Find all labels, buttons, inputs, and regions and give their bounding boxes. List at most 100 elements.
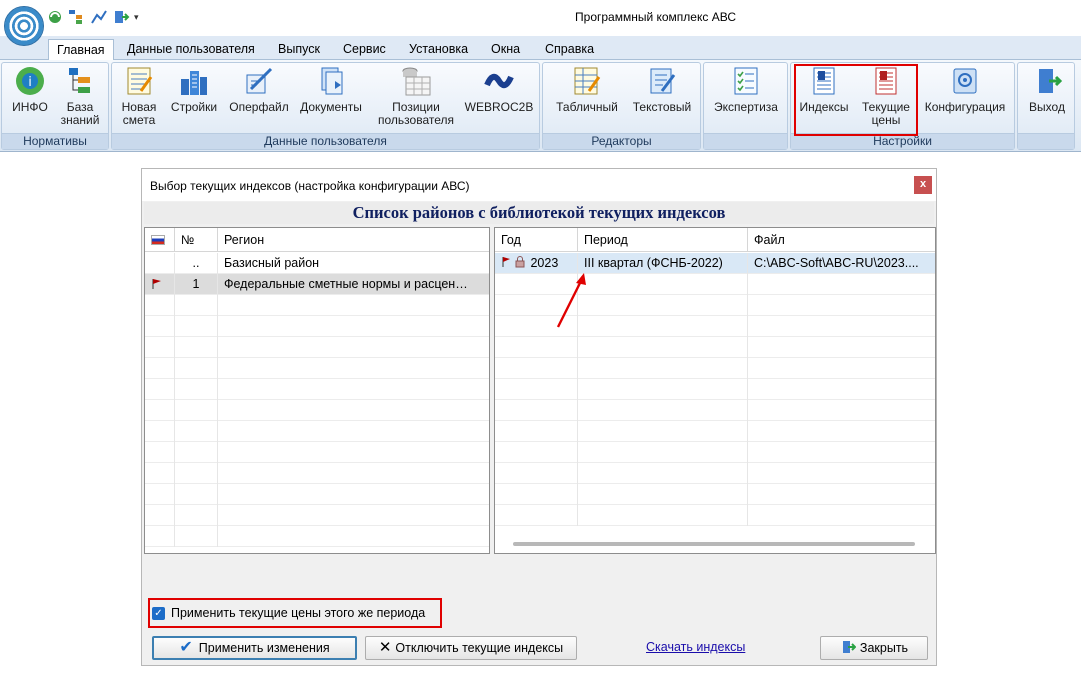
info-label: ИНФО <box>12 100 48 114</box>
exit-door-small-icon <box>842 641 857 653</box>
kb-label-line1: База <box>66 100 94 114</box>
empty-row <box>495 463 935 484</box>
empty-row <box>145 526 489 547</box>
empty-row <box>145 295 489 316</box>
configuration-button[interactable]: Конфигурация <box>919 65 1011 114</box>
tab-service[interactable]: Сервис <box>335 39 394 60</box>
dialog-header: Список районов с библиотекой текущих инд… <box>144 202 934 224</box>
highlight-box-settings <box>794 64 918 136</box>
russia-flag-icon <box>151 235 165 245</box>
documents-icon <box>321 67 343 95</box>
empty-row <box>495 505 935 526</box>
knowledge-base-button[interactable]: База знаний <box>56 65 104 127</box>
col-flag <box>145 228 175 252</box>
empty-row <box>145 379 489 400</box>
empty-row <box>145 505 489 526</box>
new-estimate-line2: смета <box>122 113 156 127</box>
row-region: Федеральные сметные нормы и расцен… <box>224 277 468 291</box>
empty-row <box>145 400 489 421</box>
empty-row <box>495 337 935 358</box>
new-estimate-button[interactable]: Новая смета <box>116 65 162 127</box>
group-label-normativy: Нормативы <box>2 133 108 149</box>
horizontal-scrollbar[interactable] <box>513 542 915 546</box>
tabular-editor-button[interactable]: Табличный <box>549 65 625 114</box>
user-positions-line2: пользователя <box>378 113 454 127</box>
disable-indices-button[interactable]: ✕ Отключить текущие индексы <box>365 636 577 660</box>
text-editor-label: Текстовый <box>632 100 692 114</box>
col-number[interactable]: № <box>175 228 218 252</box>
tab-user-data[interactable]: Данные пользователя <box>119 39 263 60</box>
tab-help[interactable]: Справка <box>537 39 602 60</box>
col-period[interactable]: Период <box>578 228 748 252</box>
col-year[interactable]: Год <box>495 228 578 252</box>
window-title: Программный комплекс АВС <box>575 10 736 24</box>
documents-label: Документы <box>300 100 362 114</box>
checklist-icon <box>734 67 758 95</box>
group-label-expertise-empty <box>704 133 787 149</box>
group-label-exit-empty <box>1018 133 1074 149</box>
exit-door-icon <box>1039 69 1063 93</box>
empty-row <box>145 316 489 337</box>
ribbon: i ИНФО База знаний Нормативы Новая смета… <box>0 60 1081 152</box>
expertise-label: Экспертиза <box>714 100 778 114</box>
x-icon: ✕ <box>378 639 392 656</box>
hierarchy-icon <box>69 68 90 93</box>
configuration-icon <box>953 68 977 94</box>
buildings-icon <box>181 71 207 95</box>
group-label-user-data: Данные пользователя <box>112 133 539 149</box>
apply-prices-checkbox[interactable]: ✓ <box>152 606 165 620</box>
row-flag-cell <box>145 253 175 274</box>
empty-row <box>495 379 935 400</box>
group-user-data: Новая смета Стройки Оперфайл Документы П… <box>111 62 540 150</box>
col-region[interactable]: Регион <box>218 228 489 252</box>
empty-row <box>145 484 489 505</box>
title-bar: ▾ Программный комплекс АВС <box>0 0 1081 46</box>
empty-row <box>145 337 489 358</box>
svg-text:i: i <box>28 75 32 90</box>
user-positions-button[interactable]: Позиции пользователя <box>374 65 458 127</box>
dialog-close-button[interactable]: x <box>914 176 932 194</box>
table-row[interactable]: .. Базисный район <box>145 253 489 274</box>
download-indices-link[interactable]: Скачать индексы <box>646 640 745 654</box>
regions-grid[interactable]: № Регион .. Базисный район 1 Федеральные… <box>144 227 490 554</box>
row-period: III квартал (ФСНБ-2022) <box>578 253 748 274</box>
database-table-icon <box>402 67 431 96</box>
group-label-editors: Редакторы <box>543 133 700 149</box>
webroc-button[interactable]: WEBROC2B <box>462 65 536 114</box>
tab-output[interactable]: Выпуск <box>270 39 328 60</box>
row-number: 1 <box>175 274 218 295</box>
close-dialog-label: Закрыть <box>859 641 909 655</box>
tab-windows[interactable]: Окна <box>483 39 528 60</box>
documents-button[interactable]: Документы <box>296 65 366 114</box>
expertise-button[interactable]: Экспертиза <box>708 65 784 114</box>
regions-grid-header: № Регион <box>145 228 489 252</box>
kb-label-line2: знаний <box>60 113 100 127</box>
operfile-button[interactable]: Оперфайл <box>226 65 292 114</box>
empty-row <box>495 358 935 379</box>
apply-changes-button[interactable]: ✔ Применить изменения <box>152 636 357 660</box>
flag-lock-icon <box>502 256 525 268</box>
row-year: 2023 <box>530 256 559 270</box>
empty-row <box>145 358 489 379</box>
disable-indices-label: Отключить текущие индексы <box>395 641 564 655</box>
tabular-label: Табличный <box>556 100 618 114</box>
info-button[interactable]: i ИНФО <box>8 65 52 114</box>
app-logo-icon[interactable] <box>4 6 44 46</box>
table-row[interactable]: 1 Федеральные сметные нормы и расцен… <box>145 274 489 295</box>
text-editor-button[interactable]: Текстовый <box>627 65 697 114</box>
apply-prices-checkbox-row[interactable]: ✓ Применить текущие цены этого же период… <box>152 606 425 620</box>
tab-install[interactable]: Установка <box>401 39 476 60</box>
empty-row <box>495 484 935 505</box>
operfile-icon <box>246 67 273 94</box>
exit-button[interactable]: Выход <box>1022 65 1072 114</box>
close-dialog-button[interactable]: Закрыть <box>820 636 928 660</box>
tabular-editor-icon <box>574 67 601 95</box>
text-editor-icon <box>650 68 676 94</box>
indices-grid-header: Год Период Файл <box>495 228 935 252</box>
stroyki-label: Стройки <box>170 100 218 114</box>
user-positions-line1: Позиции <box>392 100 440 114</box>
tab-home[interactable]: Главная <box>48 39 114 61</box>
col-file[interactable]: Файл <box>748 228 935 252</box>
empty-row <box>495 421 935 442</box>
stroyki-button[interactable]: Стройки <box>167 65 221 114</box>
